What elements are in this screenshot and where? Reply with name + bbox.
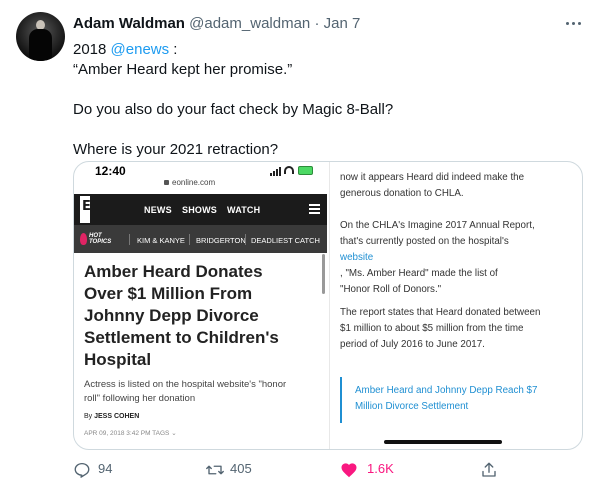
hot-topic-kim-kanye: KIM & KANYE xyxy=(137,236,185,245)
reply-icon xyxy=(74,462,90,478)
paragraph-1: now it appears Heard did indeed make the… xyxy=(340,172,525,199)
more-icon[interactable] xyxy=(564,13,584,33)
screenshot-divider xyxy=(329,162,330,449)
article-subtitle: Actress is listed on the hospital websit… xyxy=(84,379,287,404)
website-link: website xyxy=(340,252,374,263)
callout-bar xyxy=(340,377,342,423)
tweet-question: Do you also do your fact check by Magic … xyxy=(73,101,394,118)
article-headline: Amber Heard Donates Over $1 Million From… xyxy=(84,262,279,369)
nav-shows: SHOWS xyxy=(182,205,218,215)
cropped-text-line xyxy=(340,161,560,162)
hot-topics-label: HOT TOPICS xyxy=(89,233,112,245)
tweet-date[interactable]: Jan 7 xyxy=(324,15,361,32)
battery-icon xyxy=(298,166,313,175)
flame-icon xyxy=(80,233,87,245)
tweet-image[interactable]: 12:40 eonline.com E NEWS SHOWS WATCH HOT… xyxy=(73,161,583,450)
paragraph-2: On the CHLA's Imagine 2017 Annual Report… xyxy=(340,218,580,298)
tweet-line-1: 2018 @enews : xyxy=(73,40,573,60)
nav-watch: WATCH xyxy=(227,205,261,215)
tweet-quote: “Amber Heard kept her promise.” xyxy=(73,61,293,78)
like-icon xyxy=(341,463,357,478)
avatar-body xyxy=(29,29,52,61)
lock-icon xyxy=(164,180,169,186)
status-icons xyxy=(270,165,320,177)
url-bar: eonline.com xyxy=(164,178,215,187)
header-separator: · xyxy=(314,15,320,32)
related-article-link: Amber Heard and Johnny Depp Reach $7 Mil… xyxy=(355,385,538,412)
avatar[interactable] xyxy=(16,12,65,61)
article-byline: By JESS COHEN xyxy=(84,413,140,420)
url-text: eonline.com xyxy=(172,178,216,187)
tweet-year: 2018 xyxy=(73,41,111,58)
share-icon xyxy=(482,462,496,477)
author-name[interactable]: Adam Waldman xyxy=(73,15,185,32)
paragraph-3: The report states that Heard donated bet… xyxy=(340,307,541,350)
scrollbar xyxy=(322,254,325,294)
status-time: 12:40 xyxy=(95,164,126,178)
nav-news: NEWS xyxy=(144,205,172,215)
tweet-header: Adam Waldman @adam_waldman · Jan 7 xyxy=(73,15,360,32)
reply-count: 94 xyxy=(98,461,113,476)
tweet-text: 2018 @enews : “Amber Heard kept her prom… xyxy=(73,40,573,160)
like-count: 1.6K xyxy=(367,461,394,476)
mention-link[interactable]: @enews xyxy=(111,41,170,58)
wifi-icon xyxy=(284,166,294,174)
retweet-icon xyxy=(206,465,224,475)
author-handle[interactable]: @adam_waldman xyxy=(189,15,310,32)
hot-topic-deadliest-catch: DEADLIEST CATCH xyxy=(251,236,320,245)
eonline-logo: E xyxy=(80,196,91,223)
retweet-count: 405 xyxy=(230,461,252,476)
hamburger-icon xyxy=(309,204,320,214)
tweet-retraction: Where is your 2021 retraction? xyxy=(73,141,279,158)
tweet-colon: : xyxy=(169,41,178,58)
hot-topics-bar: HOT TOPICS KIM & KANYE BRIDGERTON DEADLIE… xyxy=(74,225,327,253)
article-meta: APR 09, 2018 3:42 PM TAGS ⌄ xyxy=(84,430,177,437)
home-indicator xyxy=(384,440,502,444)
chevron-down-icon: ⌄ xyxy=(171,430,177,437)
hot-topic-bridgerton: BRIDGERTON xyxy=(196,236,246,245)
site-nav: E NEWS SHOWS WATCH xyxy=(74,194,327,225)
tweet[interactable]: Adam Waldman @adam_waldman · Jan 7 2018 … xyxy=(0,0,600,492)
